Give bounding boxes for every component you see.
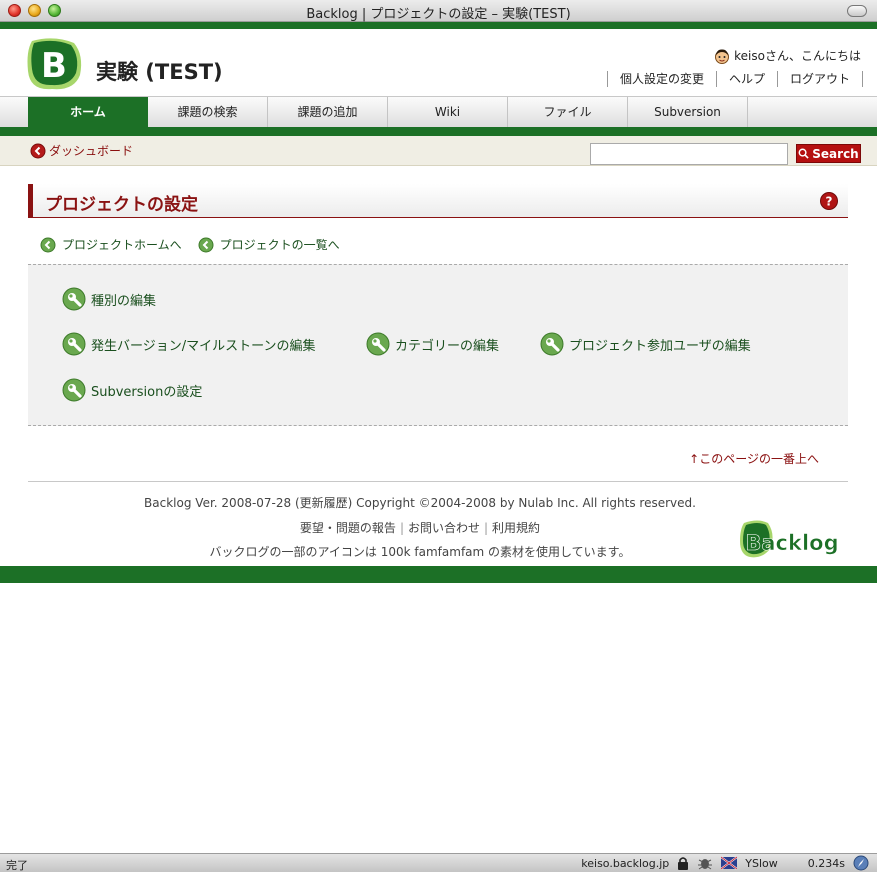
project-list-link-item: プロジェクトの一覧へ — [198, 236, 340, 253]
logout-link[interactable]: ログアウト — [776, 71, 863, 87]
100k-link[interactable]: 100k — [381, 545, 411, 559]
settings-item: 発生バージョン/マイルストーンの編集 — [62, 332, 315, 356]
project-home-link[interactable]: プロジェクトホームへ — [62, 236, 182, 253]
browser-status-bar: 完了 keiso.backlog.jp YSlow 0.234s — [0, 853, 877, 872]
backlog-link[interactable]: Backlog — [144, 496, 191, 510]
backlog-footer-logo[interactable]: Backlog — [738, 517, 842, 559]
user-greeting: keisoさん、こんにちは — [714, 47, 861, 64]
svg-text:?: ? — [826, 195, 833, 209]
window-titlebar: Backlog | プロジェクトの設定 – 実験(TEST) — [0, 0, 877, 22]
edit-issue-types-link[interactable]: 種別の編集 — [91, 290, 156, 309]
back-links: プロジェクトホームへ プロジェクトの一覧へ — [40, 236, 340, 253]
help-link[interactable]: ヘルプ — [715, 71, 777, 87]
lock-icon[interactable] — [677, 856, 689, 870]
tab-home[interactable]: ホーム — [28, 97, 148, 127]
svg-text:Backlog: Backlog — [745, 531, 838, 555]
tab-files[interactable]: ファイル — [508, 97, 628, 127]
toolbar-toggle-button[interactable] — [847, 5, 867, 17]
wrench-icon — [62, 287, 86, 311]
sub-bar: ダッシュボード Search — [0, 136, 877, 166]
separator: | — [484, 521, 489, 535]
tab-subversion[interactable]: Subversion — [628, 97, 748, 127]
settings-item: Subversionの設定 — [62, 378, 202, 402]
page-heading-bar: プロジェクトの設定 ? — [28, 184, 848, 218]
tab-wiki[interactable]: Wiki — [388, 97, 508, 127]
settings-item: カテゴリーの編集 — [366, 332, 499, 356]
feedback-link[interactable]: 要望・問題の報告 — [300, 521, 396, 535]
nulab-link[interactable]: Nulab Inc. — [518, 496, 578, 510]
search-button[interactable]: Search — [796, 144, 861, 163]
footer-links-line: 要望・問題の報告 | お問い合わせ | 利用規約 — [0, 519, 840, 536]
wrench-icon — [62, 332, 86, 356]
footer-green-band — [0, 566, 877, 583]
terms-link[interactable]: 利用規約 — [492, 521, 540, 535]
svg-text:B: B — [41, 46, 67, 86]
subversion-settings-link[interactable]: Subversionの設定 — [91, 381, 202, 400]
edit-versions-link[interactable]: 発生バージョン/マイルストーンの編集 — [91, 335, 315, 354]
tab-add-issue[interactable]: 課題の追加 — [268, 97, 388, 127]
header-top-band — [0, 22, 877, 29]
user-menu: 個人設定の変更 ヘルプ ログアウト — [606, 71, 863, 87]
wrench-icon — [540, 332, 564, 356]
edit-project-users-link[interactable]: プロジェクト参加ユーザの編集 — [569, 335, 751, 354]
search-icon — [798, 148, 809, 159]
main-nav: ホーム 課題の検索 課題の追加 Wiki ファイル Subversion — [0, 96, 877, 127]
wrench-icon — [366, 332, 390, 356]
page-top-link-wrap: ↑このページの一番上へ — [689, 450, 819, 467]
wrench-icon — [62, 378, 86, 402]
green-back-arrow-icon — [198, 237, 214, 252]
edit-categories-link[interactable]: カテゴリーの編集 — [395, 335, 499, 354]
icons-credit-prefix: バックログの一部のアイコンは — [209, 545, 381, 559]
footer-copyright-line: Backlog Ver. 2008-07-28 (更新履歴) Copyright… — [0, 494, 840, 511]
rights-text: All rights reserved. — [578, 496, 696, 510]
change-history-link[interactable]: 更新履歴 — [300, 496, 348, 510]
settings-item: プロジェクト参加ユーザの編集 — [540, 332, 751, 356]
status-text: 完了 — [6, 859, 28, 872]
copyright-text: ) Copyright ©2004-2008 by — [347, 496, 519, 510]
contact-link[interactable]: お問い合わせ — [408, 521, 480, 535]
search-input[interactable] — [590, 143, 788, 165]
green-back-arrow-icon — [40, 237, 56, 252]
project-home-link-item: プロジェクトホームへ — [40, 236, 182, 253]
search-button-label: Search — [812, 146, 859, 161]
icons-credit-suffix: の素材を使用しています。 — [484, 545, 631, 559]
greeting-text: keisoさん、こんにちは — [734, 49, 861, 63]
footer-divider — [28, 481, 848, 482]
back-arrow-icon — [30, 143, 46, 158]
help-icon[interactable]: ? — [820, 192, 838, 210]
page-title: プロジェクトの設定 — [45, 195, 198, 215]
tab-issue-search[interactable]: 課題の検索 — [148, 97, 268, 127]
nav-green-band — [0, 127, 877, 136]
personal-settings-link[interactable]: 個人設定の変更 — [606, 71, 716, 87]
yslow-label[interactable]: YSlow — [745, 857, 777, 870]
window-title: Backlog | プロジェクトの設定 – 実験(TEST) — [306, 7, 571, 22]
project-list-link[interactable]: プロジェクトの一覧へ — [220, 236, 340, 253]
famfamfam-link[interactable]: famfamfam — [414, 545, 484, 559]
project-title: 実験 (TEST) — [96, 60, 223, 84]
page-top-link[interactable]: ↑このページの一番上へ — [689, 452, 819, 466]
separator: | — [399, 521, 404, 535]
load-time: 0.234s — [807, 856, 845, 870]
user-face-icon — [715, 48, 730, 64]
dashboard-link[interactable]: ダッシュボード — [30, 142, 133, 159]
backlog-logo[interactable]: B — [24, 35, 86, 93]
firebug-icon[interactable] — [697, 856, 713, 870]
backlog-b-icon: B — [27, 38, 82, 90]
host-text: keiso.backlog.jp — [581, 856, 670, 870]
version-text: Ver. 2008-07-28 ( — [191, 496, 300, 510]
compass-icon[interactable] — [853, 855, 869, 871]
footer-icons-credit-line: バックログの一部のアイコンは 100k famfamfam の素材を使用していま… — [0, 543, 840, 560]
status-right-group: keiso.backlog.jp YSlow 0.234s — [581, 855, 869, 871]
settings-item: 種別の編集 — [62, 287, 156, 311]
flag-icon[interactable] — [721, 856, 738, 870]
settings-panel: 種別の編集 発生バージョン/マイルストーンの編集 カテゴリーの編集 プロジェクト… — [28, 264, 848, 426]
dashboard-link-label: ダッシュボード — [49, 144, 134, 158]
